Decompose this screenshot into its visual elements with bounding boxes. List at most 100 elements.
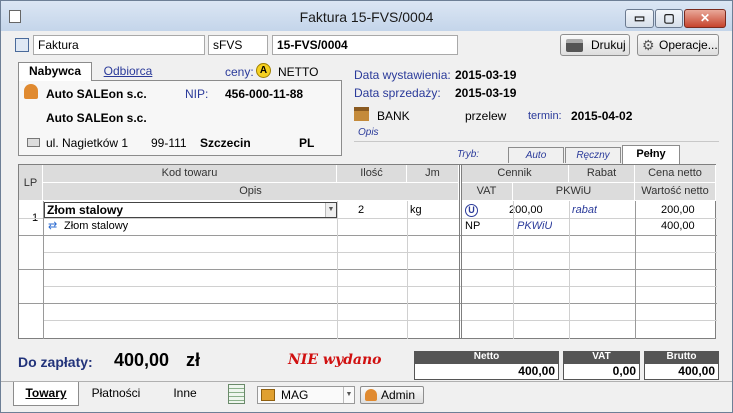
prices-label: ceny: [225, 65, 254, 79]
number-field[interactable]: 15-FVS/0004 [272, 35, 458, 55]
person-icon [365, 389, 377, 401]
net-price-value[interactable]: 200,00 [661, 202, 695, 218]
print-label: Drukuj [591, 38, 626, 52]
maximize-icon: ▢ [663, 11, 675, 25]
maximize-button[interactable]: ▢ [655, 9, 683, 28]
brutto-value: 400,00 [644, 363, 719, 380]
grid-line [513, 201, 514, 339]
col-header-pkwiu[interactable]: PKWiU [513, 183, 635, 201]
grid-line [635, 201, 636, 339]
netto-value: 400,00 [414, 363, 559, 380]
quantity-value[interactable]: 2 [358, 202, 364, 218]
buyer-panel: Auto SALEon s.c. NIP: 456-000-11-88 Auto… [18, 80, 342, 156]
title-bar[interactable]: Faktura 15-FVS/0004 ▭ ▢ ✕ [1, 1, 732, 31]
amount-due-value: 400,00 [114, 350, 170, 370]
col-header-lp[interactable]: LP [19, 165, 43, 201]
due-date[interactable]: 2015-04-02 [571, 109, 632, 123]
description-field[interactable]: Opis [358, 127, 379, 138]
address-card-icon [27, 138, 40, 147]
pkwiu-value[interactable]: PKWiU [517, 218, 552, 234]
items-grid: LP Kod towaru Opis Ilość Jm Cennik Rabat… [18, 164, 717, 339]
product-code-combo[interactable]: Złom stalowy ▼ [44, 202, 337, 218]
tab-buyer[interactable]: Nabywca [18, 62, 92, 81]
col-header-wartosc-netto[interactable]: Wartość netto [635, 183, 716, 201]
minimize-button[interactable]: ▭ [625, 9, 654, 28]
minimize-icon: ▭ [633, 11, 646, 25]
brutto-header: Brutto [644, 351, 719, 363]
doc-type-field[interactable]: Faktura [33, 35, 205, 55]
grid-line [43, 320, 717, 321]
city[interactable]: Szczecin [200, 136, 251, 150]
bank-name[interactable]: BANK [377, 109, 410, 123]
nip-label: NIP: [185, 87, 209, 101]
nip-value[interactable]: 456-000-11-88 [225, 87, 303, 101]
person-icon [24, 84, 38, 99]
prices-badge-icon: A [256, 63, 271, 78]
col-header-cennik[interactable]: Cennik [461, 165, 569, 183]
chevron-down-icon[interactable]: ▼ [325, 203, 336, 217]
grid-line [461, 165, 462, 339]
chevron-down-icon[interactable]: ▼ [343, 387, 354, 403]
close-icon: ✕ [699, 11, 711, 25]
grid-line [569, 201, 570, 339]
buyer-name[interactable]: Auto SALEon s.c. [46, 87, 147, 101]
vat-value[interactable]: NP [465, 218, 480, 234]
notepad-icon[interactable] [228, 384, 245, 404]
col-header-ilosc[interactable]: Ilość [337, 165, 407, 183]
issue-date-label: Data wystawienia: [354, 68, 451, 82]
country[interactable]: PL [299, 136, 314, 150]
grid-line [407, 201, 408, 339]
price-list-value[interactable]: 200,00 [509, 202, 543, 218]
vat-total-value: 0,00 [563, 363, 640, 380]
warehouse-combo[interactable]: MAG ▼ [257, 386, 355, 404]
doc-type-icon [15, 38, 29, 52]
col-header-vat[interactable]: VAT [461, 183, 513, 201]
printer-icon [566, 39, 583, 52]
vat-header: VAT [563, 351, 640, 363]
invoice-window: Faktura 15-FVS/0004 ▭ ▢ ✕ Faktura sFVS 1… [0, 0, 733, 413]
mode-tab-full[interactable]: Pełny [622, 145, 680, 164]
description-underline [354, 141, 719, 142]
tab-other[interactable]: Inne [153, 382, 217, 406]
col-header-jm[interactable]: Jm [407, 165, 459, 183]
product-code-value: Złom stalowy [47, 203, 124, 217]
mode-tab-auto[interactable]: Auto [508, 147, 564, 163]
payment-method[interactable]: przelew [465, 109, 506, 123]
mode-label: Tryb: [457, 149, 480, 160]
net-value[interactable]: 400,00 [661, 218, 695, 234]
tab-recipient[interactable]: Odbiorca [93, 63, 163, 80]
col-header-opis[interactable]: Opis [43, 183, 459, 201]
prices-value[interactable]: NETTO [278, 65, 318, 79]
discount-value[interactable]: rabat [572, 202, 597, 218]
bank-icon [354, 107, 369, 121]
user-name: Admin [381, 388, 416, 402]
status-badge: NIE wydano [288, 352, 382, 368]
sale-date[interactable]: 2015-03-19 [455, 86, 516, 100]
zip-code[interactable]: 99-111 [151, 136, 187, 150]
street[interactable]: ul. Nagietków 1 [46, 136, 128, 150]
close-button[interactable]: ✕ [684, 9, 726, 28]
user-button[interactable]: Admin [360, 386, 424, 404]
col-header-rabat[interactable]: Rabat [569, 165, 635, 183]
series-field[interactable]: sFVS [208, 35, 268, 55]
description-value[interactable]: Złom stalowy [64, 218, 128, 234]
grid-line [19, 303, 717, 304]
operations-label: Operacje... [659, 38, 718, 52]
buyer-name-2[interactable]: Auto SALEon s.c. [46, 111, 147, 125]
netto-header: Netto [414, 351, 559, 363]
gear-icon: ⚙ [642, 37, 655, 53]
grid-line [459, 165, 460, 339]
due-date-label: termin: [528, 110, 562, 122]
unit-value[interactable]: kg [410, 202, 422, 218]
mode-tab-manual[interactable]: Ręczny [565, 147, 621, 163]
tab-payments[interactable]: Płatności [81, 382, 151, 406]
warehouse-icon [261, 389, 275, 401]
price-list-badge-icon: U [465, 204, 478, 217]
col-header-kod[interactable]: Kod towaru [43, 165, 337, 183]
operations-button[interactable]: ⚙ Operacje... [637, 34, 719, 56]
issue-date[interactable]: 2015-03-19 [455, 68, 516, 82]
print-button[interactable]: Drukuj [560, 34, 630, 56]
tab-goods[interactable]: Towary [13, 382, 79, 406]
grid-line [19, 269, 717, 270]
col-header-cena-netto[interactable]: Cena netto [635, 165, 716, 183]
